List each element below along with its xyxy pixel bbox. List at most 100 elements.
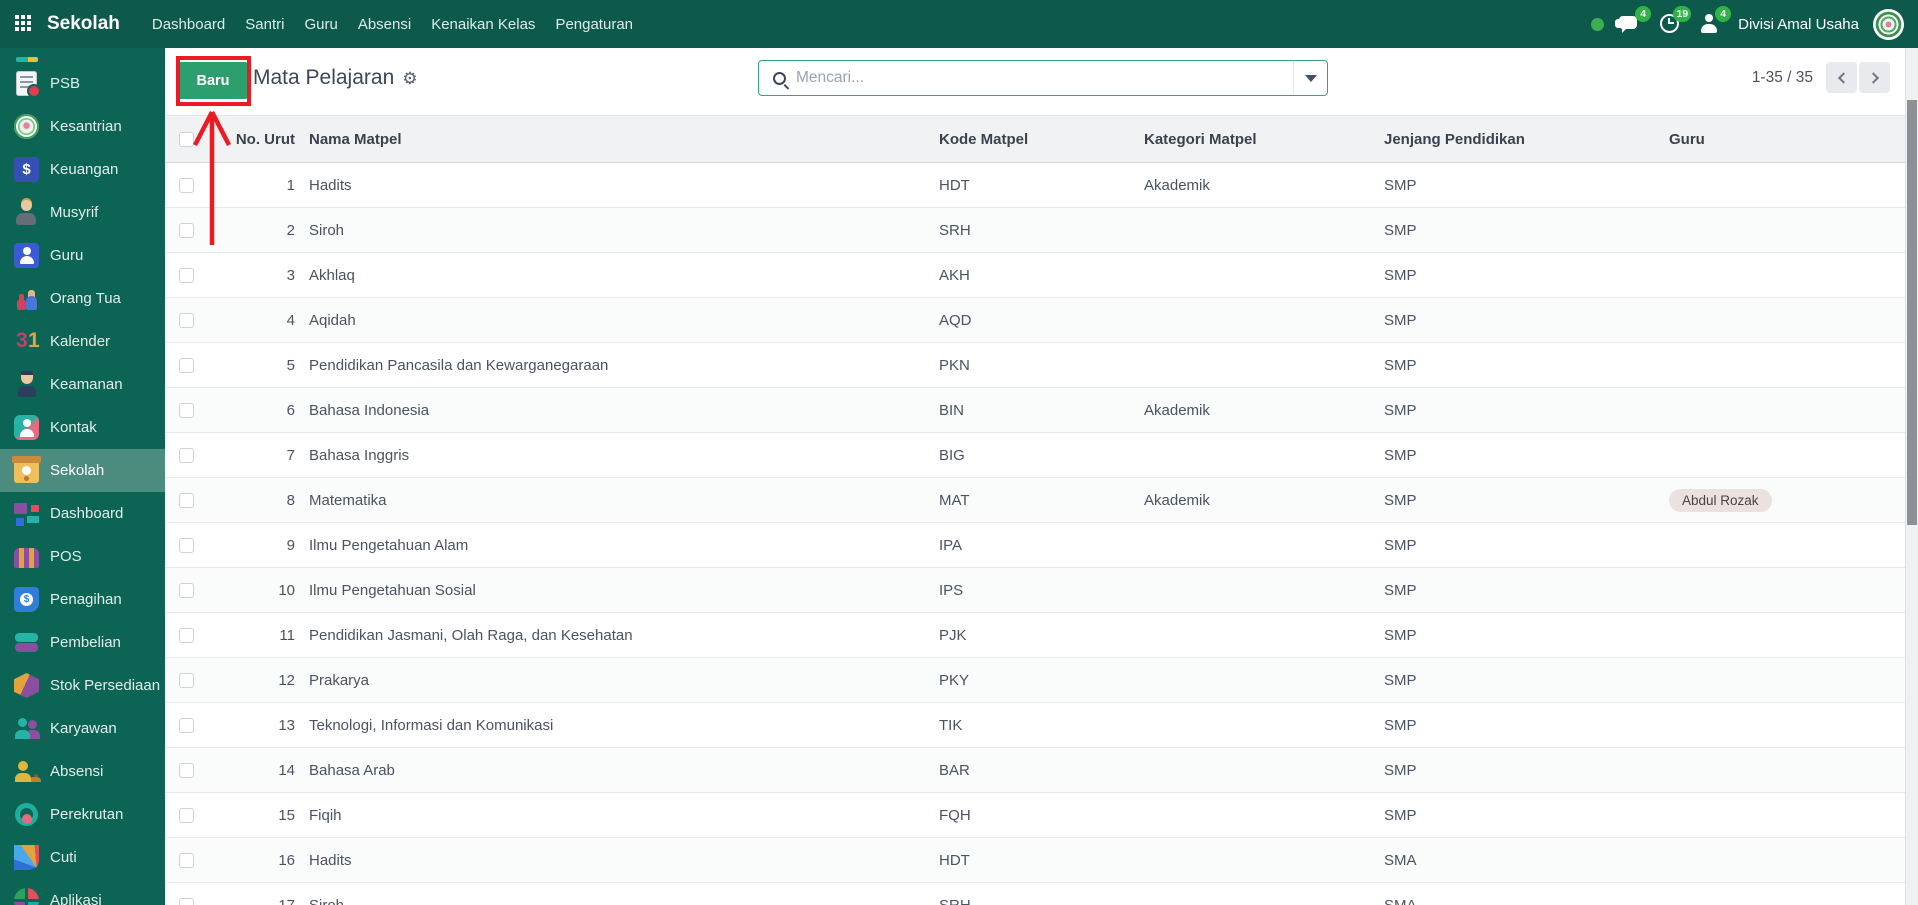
- table-row[interactable]: 17SirohSRHSMA: [165, 883, 1905, 905]
- row-checkbox[interactable]: [179, 268, 194, 283]
- table-row[interactable]: 8MatematikaMATAkademikSMPAbdul Rozak: [165, 478, 1905, 523]
- new-button[interactable]: Baru: [178, 62, 248, 99]
- sidebar-item-kesantrian[interactable]: Kesantrian: [0, 105, 165, 148]
- table-row[interactable]: 9Ilmu Pengetahuan AlamIPASMP: [165, 523, 1905, 568]
- row-checkbox[interactable]: [179, 808, 194, 823]
- table-row[interactable]: 5Pendidikan Pancasila dan Kewarganegaraa…: [165, 343, 1905, 388]
- table-row[interactable]: 7Bahasa InggrisBIGSMP: [165, 433, 1905, 478]
- search-input[interactable]: [786, 69, 1293, 87]
- pager: 1-35 / 35: [1752, 62, 1890, 93]
- column-header-kategori-matpel[interactable]: Kategori Matpel: [1135, 131, 1375, 148]
- cell-kode-matpel: SRH: [930, 222, 1135, 239]
- gear-icon[interactable]: ⚙: [402, 70, 417, 87]
- column-header-nama-matpel[interactable]: Nama Matpel: [300, 131, 930, 148]
- sidebar-item-keuangan[interactable]: Keuangan: [0, 148, 165, 191]
- row-checkbox[interactable]: [179, 493, 194, 508]
- table-row[interactable]: 3AkhlaqAKHSMP: [165, 253, 1905, 298]
- sidebar-item-kontak[interactable]: Kontak: [0, 406, 165, 449]
- sidebar-item-karyawan[interactable]: Karyawan: [0, 707, 165, 750]
- requests-button[interactable]: 4: [1698, 12, 1724, 36]
- column-header-jenjang-pendidikan[interactable]: Jenjang Pendidikan: [1375, 131, 1660, 148]
- scrollbar-thumb[interactable]: [1907, 100, 1917, 525]
- sidebar-item-cuti[interactable]: Cuti: [0, 836, 165, 879]
- row-checkbox[interactable]: [179, 718, 194, 733]
- row-checkbox[interactable]: [179, 898, 194, 905]
- pager-prev-button[interactable]: [1826, 62, 1857, 93]
- column-header-kode-matpel[interactable]: Kode Matpel: [930, 131, 1135, 148]
- row-checkbox[interactable]: [179, 223, 194, 238]
- sidebar-item-aplikasi[interactable]: Aplikasi: [0, 879, 165, 905]
- row-checkbox[interactable]: [179, 673, 194, 688]
- table-row[interactable]: 11Pendidikan Jasmani, Olah Raga, dan Kes…: [165, 613, 1905, 658]
- top-menu-item-kenaikan-kelas[interactable]: Kenaikan Kelas: [421, 0, 545, 48]
- cell-nama-matpel: Siroh: [300, 897, 930, 905]
- apps-menu-icon[interactable]: [15, 15, 33, 33]
- row-checkbox[interactable]: [179, 538, 194, 553]
- row-checkbox[interactable]: [179, 853, 194, 868]
- row-checkbox[interactable]: [179, 178, 194, 193]
- table-row[interactable]: 12PrakaryaPKYSMP: [165, 658, 1905, 703]
- messages-button[interactable]: 4: [1618, 12, 1644, 36]
- top-menu-item-guru[interactable]: Guru: [294, 0, 347, 48]
- row-checkbox[interactable]: [179, 763, 194, 778]
- user-name[interactable]: Divisi Amal Usaha: [1738, 16, 1859, 33]
- row-checkbox[interactable]: [179, 313, 194, 328]
- cell-nama-matpel: Bahasa Indonesia: [300, 402, 930, 419]
- top-menu-item-pengaturan[interactable]: Pengaturan: [545, 0, 643, 48]
- top-menu-item-absensi[interactable]: Absensi: [348, 0, 421, 48]
- table-row[interactable]: 13Teknologi, Informasi dan KomunikasiTIK…: [165, 703, 1905, 748]
- table-row[interactable]: 15FiqihFQHSMP: [165, 793, 1905, 838]
- select-all-checkbox[interactable]: [179, 132, 194, 147]
- sidebar-item-label: Aplikasi: [50, 892, 102, 905]
- finance-dollar-icon: [14, 157, 39, 182]
- cell-nama-matpel: Teknologi, Informasi dan Komunikasi: [300, 717, 930, 734]
- sidebar-item-stok-persediaan[interactable]: Stok Persediaan: [0, 664, 165, 707]
- table-row[interactable]: 1HaditsHDTAkademikSMP: [165, 163, 1905, 208]
- sidebar-item-perekrutan[interactable]: Perekrutan: [0, 793, 165, 836]
- row-checkbox[interactable]: [179, 358, 194, 373]
- sidebar-item-penagihan[interactable]: Penagihan: [0, 578, 165, 621]
- cell-jenjang-pendidikan: SMP: [1375, 582, 1660, 599]
- sidebar-item-absensi[interactable]: Absensi: [0, 750, 165, 793]
- sidebar-item-guru[interactable]: Guru: [0, 234, 165, 277]
- table-row[interactable]: 2SirohSRHSMP: [165, 208, 1905, 253]
- cell-no-urut: 2: [200, 222, 300, 239]
- row-checkbox[interactable]: [179, 448, 194, 463]
- cell-nama-matpel: Ilmu Pengetahuan Sosial: [300, 582, 930, 599]
- activities-button[interactable]: 19: [1658, 12, 1684, 36]
- top-menu-item-santri[interactable]: Santri: [235, 0, 294, 48]
- app-brand[interactable]: Sekolah: [47, 13, 120, 35]
- sidebar-item-sekolah[interactable]: Sekolah: [0, 449, 165, 492]
- cell-no-urut: 17: [200, 897, 300, 905]
- cell-jenjang-pendidikan: SMP: [1375, 537, 1660, 554]
- sidebar-item-label: Dashboard: [50, 505, 123, 522]
- sidebar-item-keamanan[interactable]: Keamanan: [0, 363, 165, 406]
- user-avatar[interactable]: [1873, 9, 1904, 40]
- table-row[interactable]: 4AqidahAQDSMP: [165, 298, 1905, 343]
- sidebar-item-psb[interactable]: PSB: [0, 62, 165, 105]
- row-checkbox[interactable]: [179, 628, 194, 643]
- vertical-scrollbar[interactable]: [1905, 48, 1918, 905]
- column-header-guru[interactable]: Guru: [1660, 131, 1905, 148]
- sidebar-item-dashboard[interactable]: Dashboard: [0, 492, 165, 535]
- sidebar-item-pembelian[interactable]: Pembelian: [0, 621, 165, 664]
- table-row[interactable]: 6Bahasa IndonesiaBINAkademikSMP: [165, 388, 1905, 433]
- table-row[interactable]: 10Ilmu Pengetahuan SosialIPSSMP: [165, 568, 1905, 613]
- search-dropdown-caret-icon[interactable]: [1294, 61, 1327, 95]
- table-row[interactable]: 14Bahasa ArabBARSMP: [165, 748, 1905, 793]
- pager-next-button[interactable]: [1859, 62, 1890, 93]
- guru-tag[interactable]: Abdul Rozak: [1669, 489, 1772, 512]
- table-row[interactable]: 16HaditsHDTSMA: [165, 838, 1905, 883]
- sidebar-item-orang-tua[interactable]: Orang Tua: [0, 277, 165, 320]
- sidebar-item-pos[interactable]: POS: [0, 535, 165, 578]
- sidebar-item-musyrif[interactable]: Musyrif: [0, 191, 165, 234]
- top-menu-item-dashboard[interactable]: Dashboard: [142, 0, 235, 48]
- school-building-icon: [14, 458, 39, 483]
- row-checkbox[interactable]: [179, 583, 194, 598]
- cell-nama-matpel: Pendidikan Pancasila dan Kewarganegaraan: [300, 357, 930, 374]
- column-header-no-urut[interactable]: No. Urut: [200, 131, 300, 148]
- cell-jenjang-pendidikan: SMP: [1375, 492, 1660, 509]
- row-checkbox[interactable]: [179, 403, 194, 418]
- sidebar: PSBKesantrianKeuanganMusyrifGuruOrang Tu…: [0, 48, 165, 905]
- sidebar-item-kalender[interactable]: Kalender: [0, 320, 165, 363]
